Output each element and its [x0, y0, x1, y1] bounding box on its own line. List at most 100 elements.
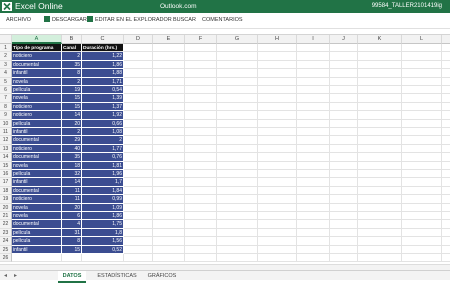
empty-cell[interactable] — [442, 94, 450, 103]
empty-cell[interactable] — [153, 77, 185, 86]
empty-cell[interactable] — [185, 144, 217, 154]
empty-cell[interactable] — [297, 186, 330, 196]
empty-cell[interactable] — [185, 178, 217, 187]
empty-cell[interactable] — [297, 203, 330, 212]
empty-cell[interactable] — [358, 153, 402, 162]
empty-cell[interactable] — [297, 254, 330, 263]
empty-cell[interactable] — [217, 153, 258, 162]
empty-cell[interactable] — [330, 161, 358, 170]
empty-cell[interactable] — [402, 203, 442, 212]
empty-cell[interactable] — [330, 77, 358, 86]
table-cell[interactable]: 2 — [62, 77, 82, 86]
empty-cell[interactable] — [124, 86, 153, 95]
table-cell[interactable]: 4 — [62, 220, 82, 229]
empty-cell[interactable] — [217, 245, 258, 254]
empty-cell[interactable] — [258, 212, 297, 221]
empty-cell[interactable] — [358, 111, 402, 120]
empty-cell[interactable] — [258, 69, 297, 78]
column-header-i[interactable]: I — [297, 35, 330, 44]
empty-cell[interactable] — [297, 195, 330, 204]
empty-cell[interactable] — [358, 212, 402, 221]
empty-cell[interactable] — [330, 228, 358, 238]
empty-cell[interactable] — [185, 161, 217, 170]
empty-cell[interactable] — [402, 111, 442, 120]
column-header-h[interactable]: H — [258, 35, 297, 44]
empty-cell[interactable] — [402, 77, 442, 86]
row-header[interactable]: 25 — [0, 245, 12, 254]
empty-cell[interactable] — [258, 119, 297, 128]
empty-cell[interactable] — [185, 203, 217, 212]
table-cell[interactable]: 0,52 — [82, 245, 124, 254]
menu-buscar[interactable]: BUSCAR — [173, 13, 196, 28]
empty-cell[interactable] — [258, 144, 297, 154]
empty-cell[interactable] — [442, 128, 450, 137]
empty-cell[interactable] — [258, 178, 297, 187]
empty-cell[interactable] — [124, 52, 153, 61]
empty-cell[interactable] — [62, 254, 82, 263]
table-cell[interactable]: noticiero — [12, 52, 62, 61]
empty-cell[interactable] — [442, 136, 450, 145]
table-cell[interactable]: 1,84 — [82, 186, 124, 196]
column-header-m[interactable]: M — [442, 35, 450, 44]
table-cell[interactable]: 11 — [62, 186, 82, 196]
empty-cell[interactable] — [297, 220, 330, 229]
empty-cell[interactable] — [297, 136, 330, 145]
table-cell[interactable]: novela — [12, 212, 62, 221]
table-cell[interactable]: 1,22 — [82, 52, 124, 61]
table-cell[interactable]: 1,71 — [82, 77, 124, 86]
empty-cell[interactable] — [358, 161, 402, 170]
row-header[interactable]: 12 — [0, 136, 12, 145]
row-header[interactable]: 10 — [0, 119, 12, 128]
empty-cell[interactable] — [217, 86, 258, 95]
table-cell[interactable]: 32 — [62, 170, 82, 179]
row-header[interactable]: 11 — [0, 128, 12, 137]
empty-cell[interactable] — [185, 245, 217, 254]
row-header[interactable]: 14 — [0, 153, 12, 162]
empty-cell[interactable] — [297, 170, 330, 179]
empty-cell[interactable] — [402, 136, 442, 145]
empty-cell[interactable] — [358, 69, 402, 78]
empty-cell[interactable] — [124, 161, 153, 170]
empty-cell[interactable] — [217, 212, 258, 221]
empty-cell[interactable] — [442, 220, 450, 229]
empty-cell[interactable] — [153, 220, 185, 229]
empty-cell[interactable] — [402, 237, 442, 246]
empty-cell[interactable] — [124, 102, 153, 112]
table-cell[interactable]: documental — [12, 186, 62, 196]
empty-cell[interactable] — [402, 153, 442, 162]
empty-cell[interactable] — [442, 86, 450, 95]
empty-cell[interactable] — [217, 170, 258, 179]
empty-cell[interactable] — [297, 212, 330, 221]
empty-cell[interactable] — [330, 245, 358, 254]
empty-cell[interactable] — [442, 153, 450, 162]
empty-cell[interactable] — [442, 237, 450, 246]
empty-cell[interactable] — [153, 170, 185, 179]
table-cell[interactable]: película — [12, 170, 62, 179]
empty-cell[interactable] — [402, 220, 442, 229]
empty-cell[interactable] — [330, 254, 358, 263]
empty-cell[interactable] — [258, 94, 297, 103]
tab-datos[interactable]: DATOS — [58, 271, 86, 283]
empty-cell[interactable] — [442, 245, 450, 254]
empty-cell[interactable] — [297, 102, 330, 112]
empty-cell[interactable] — [402, 69, 442, 78]
table-cell[interactable]: documental — [12, 60, 62, 70]
empty-cell[interactable] — [402, 170, 442, 179]
empty-cell[interactable] — [358, 186, 402, 196]
table-cell[interactable]: 40 — [62, 144, 82, 154]
empty-cell[interactable] — [402, 245, 442, 254]
table-cell[interactable]: documental — [12, 153, 62, 162]
empty-cell[interactable] — [124, 186, 153, 196]
table-cell[interactable]: 1,75 — [82, 220, 124, 229]
empty-cell[interactable] — [153, 44, 185, 53]
table-cell[interactable]: 14 — [62, 111, 82, 120]
empty-cell[interactable] — [442, 144, 450, 154]
empty-cell[interactable] — [217, 60, 258, 70]
empty-cell[interactable] — [297, 178, 330, 187]
empty-cell[interactable] — [124, 195, 153, 204]
table-cell[interactable]: 1,08 — [82, 128, 124, 137]
table-cell[interactable]: 2 — [62, 52, 82, 61]
empty-cell[interactable] — [153, 186, 185, 196]
empty-cell[interactable] — [124, 136, 153, 145]
empty-cell[interactable] — [297, 153, 330, 162]
